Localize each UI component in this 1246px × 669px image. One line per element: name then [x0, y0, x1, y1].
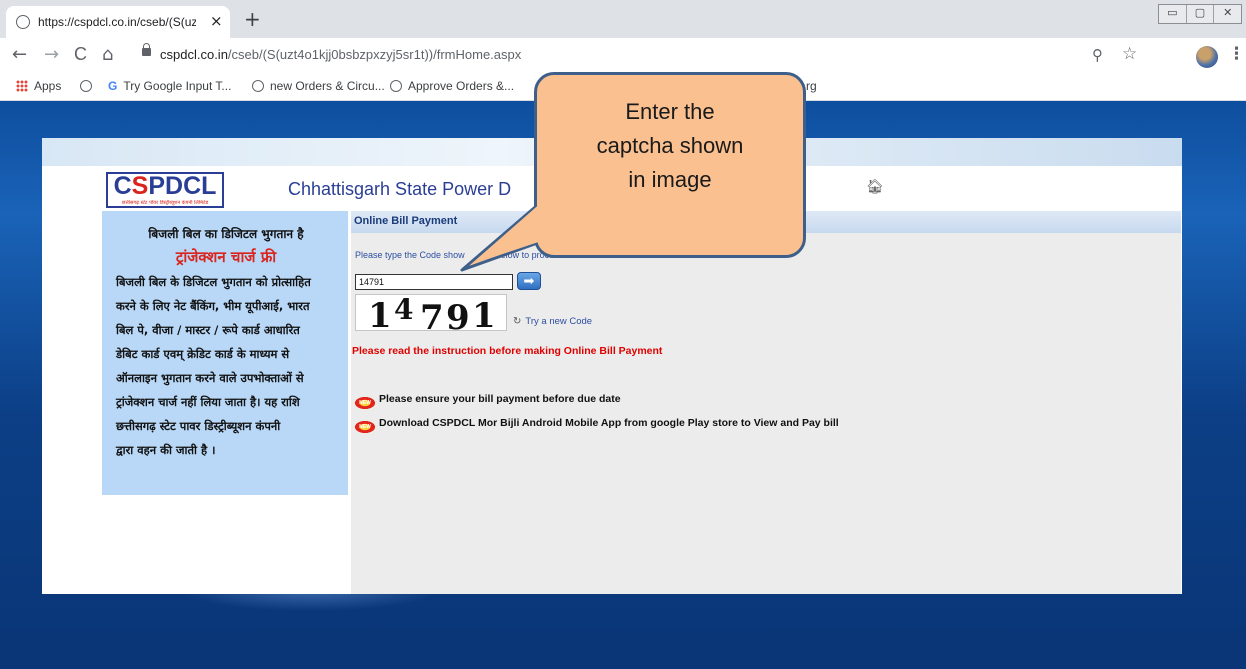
url-text: cspdcl.co.in/cseb/(S(uzt4o1kjj0bsbzpxzyj…: [160, 47, 522, 62]
captcha-image: 1 4 7 9 1: [355, 294, 507, 331]
info-line: ट्रांजेक्शन चार्ज नहीं लिया जाता है। यह …: [116, 395, 300, 409]
notice-due-date: NEW Please ensure your bill payment befor…: [355, 393, 621, 409]
reload-button[interactable]: C: [74, 44, 87, 65]
info-line: बिल पे, वीजा / मास्टर / रूपे कार्ड आधारि…: [116, 323, 300, 337]
info-title: बिजली बिल का डिजिटल भुगतान है: [148, 227, 304, 241]
bookmark-apps[interactable]: Apps: [16, 79, 61, 93]
bookmark-orders-circulars[interactable]: new Orders & Circu...: [252, 79, 385, 93]
instruction-warning-link[interactable]: Please read the instruction before makin…: [352, 345, 662, 357]
new-captcha-link[interactable]: ↻ Try a new Code: [513, 316, 592, 327]
callout-line: captcha shown: [596, 133, 744, 158]
google-icon: G: [108, 79, 118, 93]
info-line: द्वारा वहन की जाती है ।: [116, 443, 216, 457]
info-line: छत्तीसगढ़ स्टेट पावर डिस्ट्रीब्यूशन कंपन…: [116, 419, 281, 433]
globe-icon: [390, 80, 402, 92]
home-button[interactable]: ⌂: [102, 44, 113, 65]
window-controls: ▭ ▢ ✕: [1158, 4, 1242, 24]
menu-icon[interactable]: ⋮: [1228, 44, 1245, 64]
tab-strip: https://cspdcl.co.in/cseb/(S(uzt4o × + ▭…: [0, 0, 1246, 38]
captcha-digit: 7: [420, 298, 444, 331]
browser-tab[interactable]: https://cspdcl.co.in/cseb/(S(uzt4o ×: [6, 6, 230, 38]
callout-line: Enter the: [625, 99, 715, 124]
info-highlight: ट्रांजेक्शन चार्ज फ्री: [175, 248, 277, 266]
zoom-icon[interactable]: ⚲: [1092, 46, 1103, 64]
info-line: बिजली बिल के डिजिटल भुगतान को प्रोत्साहि…: [116, 275, 311, 289]
tab-title: https://cspdcl.co.in/cseb/(S(uzt4o: [38, 15, 196, 29]
back-button[interactable]: ←: [12, 44, 27, 65]
cspdcl-logo[interactable]: CSPDCL छत्तीसगढ़ स्टेट पॉवर डिस्ट्रीब्यू…: [106, 172, 224, 208]
callout-line: in image: [628, 167, 712, 192]
logo-text: CSPDCL: [113, 172, 217, 200]
panel-title: Online Bill Payment: [354, 215, 458, 227]
profile-avatar[interactable]: [1196, 46, 1218, 68]
globe-icon: [16, 15, 30, 29]
site-title: Chhattisgarh State Power D: [288, 179, 512, 199]
logo-tagline: छत्तीसगढ़ स्टेट पॉवर डिस्ट्रीब्यूशन कंपन…: [121, 200, 209, 206]
info-line: डेबिट कार्ड एवम् क्रेडिट कार्ड के माध्यम…: [116, 347, 290, 361]
minimize-button[interactable]: ▭: [1159, 5, 1187, 23]
notice-mobile-app[interactable]: NEW Download CSPDCL Mor Bijli Android Mob…: [355, 417, 839, 433]
bookmark-approve-orders[interactable]: Approve Orders &...: [390, 79, 514, 93]
bookmark-google-input[interactable]: G Try Google Input T...: [108, 79, 231, 93]
home-icon[interactable]: 🏠︎: [866, 179, 884, 195]
apps-grid-icon: [16, 80, 28, 92]
forward-button[interactable]: →: [44, 44, 59, 65]
refresh-icon: ↻: [513, 316, 522, 327]
close-tab-icon[interactable]: ×: [210, 12, 223, 30]
info-line: करने के लिए नेट बैंकिंग, भीम यूपीआई, भार…: [116, 299, 310, 313]
info-body: बिजली बिल के डिजिटल भुगतान को प्रोत्साहि…: [116, 270, 336, 462]
address-bar[interactable]: cspdcl.co.in/cseb/(S(uzt4o1kjj0bsbzpxzyj…: [128, 42, 1148, 70]
new-badge-icon: NEW: [355, 421, 375, 433]
globe-icon: [252, 80, 264, 92]
globe-icon: [80, 80, 92, 92]
captcha-input[interactable]: [355, 274, 513, 290]
new-tab-button[interactable]: +: [244, 7, 261, 31]
maximize-button[interactable]: ▢: [1187, 5, 1215, 23]
submit-arrow-button[interactable]: ➡: [517, 272, 541, 290]
captcha-digit: 9: [446, 298, 470, 331]
browser-toolbar: ← → C ⌂ cspdcl.co.in/cseb/(S(uzt4o1kjj0b…: [0, 38, 1246, 74]
bookmark-star-icon[interactable]: ☆: [1122, 44, 1137, 64]
captcha-digit: 1: [368, 296, 392, 331]
close-window-button[interactable]: ✕: [1214, 5, 1241, 23]
digital-payment-info-panel: बिजली बिल का डिजिटल भुगतान है ट्रांजेक्श…: [102, 211, 348, 495]
captcha-digit: 1: [472, 296, 496, 331]
bookmark-partial[interactable]: rg: [806, 79, 817, 93]
lock-icon: [142, 43, 151, 56]
captcha-digit: 4: [394, 294, 414, 326]
tutorial-callout: Enter the captcha shown in image: [534, 72, 806, 258]
new-badge-icon: NEW: [355, 397, 375, 409]
bookmark-globe[interactable]: [80, 79, 98, 93]
bill-payment-panel: Online Bill Payment Please type the Code…: [351, 211, 1181, 594]
info-line: ऑनलाइन भुगतान करने वाले उपभोक्ताओं से: [116, 371, 304, 385]
